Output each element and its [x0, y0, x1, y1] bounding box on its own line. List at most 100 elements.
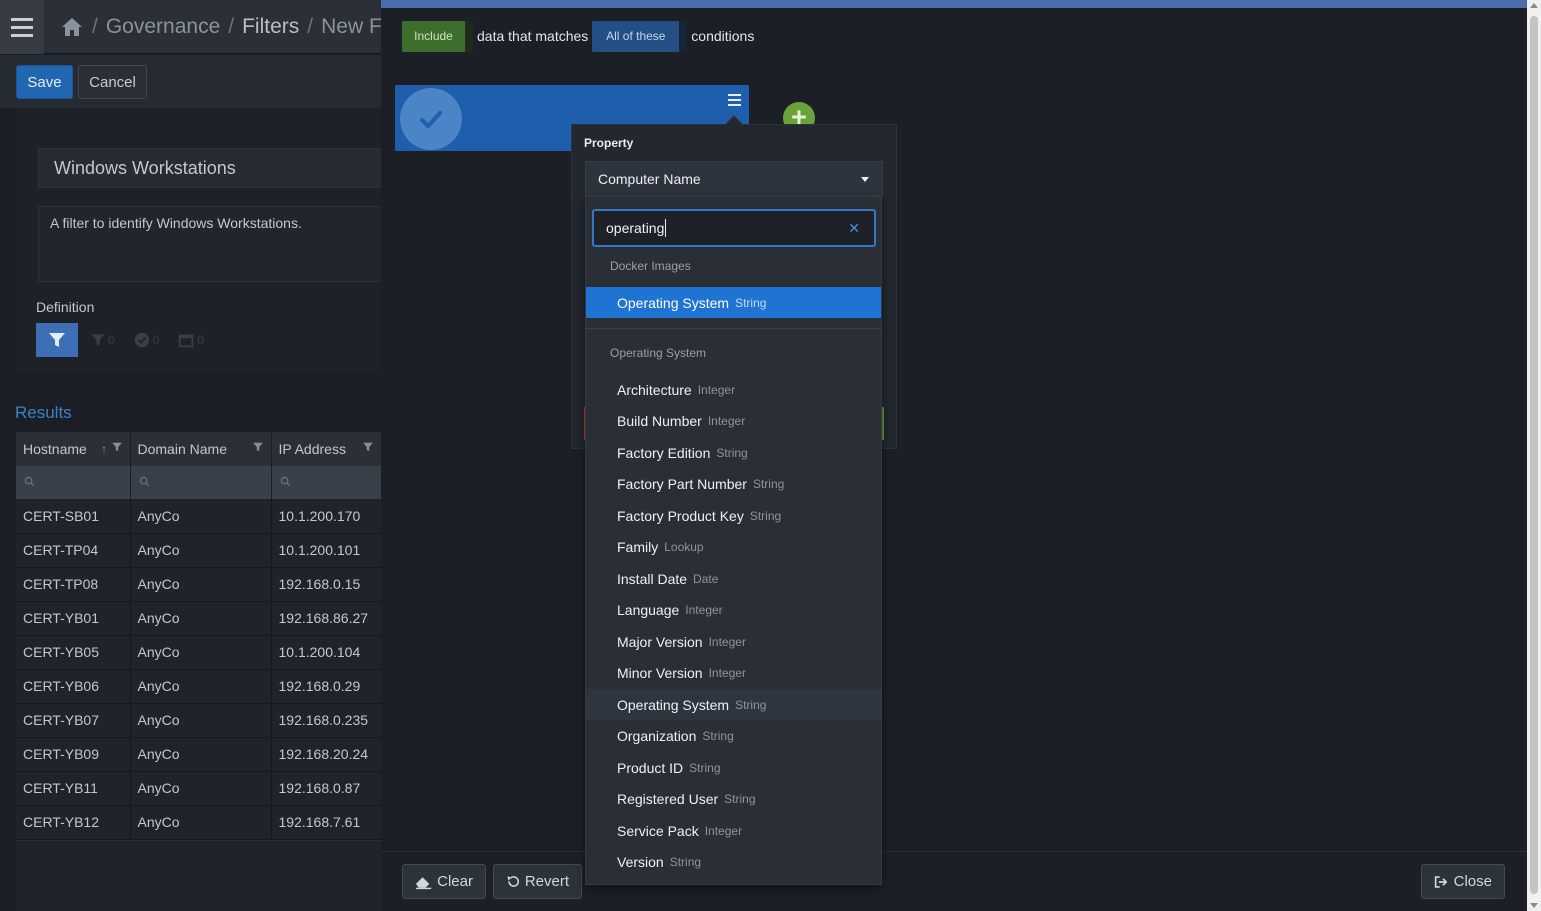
dropdown-option[interactable]: Language Integer [586, 595, 881, 626]
tab-count: 0 [152, 333, 160, 347]
scroll-up-arrow-icon[interactable] [1530, 3, 1538, 8]
ip-filter-input[interactable] [271, 466, 382, 499]
matches-text: data that matches [477, 28, 589, 44]
table-row[interactable]: CERT-YB12 AnyCo 192.168.7.61 [16, 805, 382, 840]
dropdown-option[interactable]: Service Pack Integer [586, 815, 881, 846]
table-row[interactable]: CERT-YB06 AnyCo 192.168.0.29 [16, 669, 382, 704]
option-label: Factory Edition [617, 444, 711, 461]
hostname-cell: CERT-YB01 [16, 601, 131, 636]
filter-description-field[interactable]: A filter to identify Windows Workstation… [38, 206, 382, 282]
column-header-ip-address[interactable]: IP Address [271, 432, 382, 466]
page-scrollbar[interactable] [1527, 0, 1541, 911]
clear-button[interactable]: Clear [402, 864, 486, 899]
dropdown-option[interactable]: Factory Part Number String [586, 469, 881, 500]
dropdown-option[interactable]: Build Number Integer [586, 406, 881, 437]
option-type: String [735, 295, 767, 310]
ip-cell: 10.1.200.104 [271, 635, 382, 670]
save-button[interactable]: Save [16, 65, 73, 99]
option-label: Language [617, 602, 680, 618]
column-header-domain-name[interactable]: Domain Name [130, 432, 272, 466]
dropdown-option[interactable]: Organization String [586, 721, 881, 752]
tab-filter-sub[interactable]: 0 [84, 323, 121, 357]
table-row[interactable]: CERT-YB05 AnyCo 10.1.200.104 [16, 635, 382, 670]
calendar-icon [179, 334, 194, 348]
option-type: Integer [707, 414, 746, 428]
dropdown-option[interactable]: Factory Product Key String [586, 500, 881, 531]
table-row[interactable]: CERT-YB07 AnyCo 192.168.0.235 [16, 703, 382, 738]
all-of-these-toggle[interactable]: All of these [592, 20, 688, 52]
include-toggle[interactable]: Include [402, 20, 473, 52]
hostname-cell: CERT-YB12 [16, 805, 131, 840]
breadcrumb-governance[interactable]: Governance [106, 15, 220, 39]
scroll-thumb[interactable] [1530, 16, 1538, 894]
search-icon [139, 476, 150, 487]
table-row[interactable]: CERT-YB09 AnyCo 192.168.20.24 [16, 737, 382, 772]
hostname-cell: CERT-TP08 [16, 567, 131, 602]
check-circle-icon [134, 332, 149, 348]
close-button[interactable]: Close [1421, 864, 1505, 899]
hostname-cell: CERT-YB07 [16, 703, 131, 738]
dropdown-option[interactable]: Factory Edition String [586, 437, 881, 468]
domain-cell: AnyCo [130, 567, 272, 602]
hostname-filter-input[interactable] [16, 466, 131, 499]
option-label: Operating System [617, 294, 730, 311]
hamburger-menu-icon[interactable] [0, 0, 44, 54]
option-label: Product ID [617, 759, 684, 776]
property-search-box[interactable]: ✕ [592, 209, 876, 247]
table-row[interactable]: CERT-YB11 AnyCo 192.168.0.87 [16, 771, 382, 806]
dropdown-option[interactable]: Product ID String [586, 752, 881, 783]
table-row[interactable]: CERT-YB01 AnyCo 192.168.86.27 [16, 601, 382, 636]
ip-cell: 10.1.200.101 [271, 533, 382, 568]
tab-calendar[interactable]: 0 [171, 323, 210, 357]
home-icon[interactable] [60, 15, 84, 39]
definition-label: Definition [36, 299, 95, 315]
column-filter-icon[interactable] [362, 441, 374, 453]
search-icon [24, 476, 35, 487]
property-select[interactable]: Computer Name [585, 161, 883, 196]
sort-asc-icon[interactable]: ↑ [101, 442, 107, 456]
option-type: String [752, 477, 785, 491]
tab-filter[interactable] [36, 323, 78, 357]
dropdown-option[interactable]: Minor Version Integer [586, 658, 881, 689]
option-type: String [702, 729, 734, 743]
column-filter-icon[interactable] [252, 441, 264, 453]
dropdown-option[interactable]: Architecture Integer [586, 374, 881, 405]
option-label: Family [617, 539, 659, 555]
option-label: Factory Part Number [617, 476, 747, 492]
property-search-input[interactable] [606, 211, 836, 245]
breadcrumb: / Governance / Filters / New Fil [60, 12, 391, 42]
option-label: Minor Version [617, 665, 703, 681]
option-label: Build Number [617, 413, 702, 429]
breadcrumb-filters[interactable]: Filters [242, 15, 299, 39]
table-row[interactable]: CERT-SB01 AnyCo 10.1.200.170 [16, 499, 382, 534]
option-type: String [689, 760, 721, 775]
dropdown-option[interactable]: Family Lookup [586, 532, 881, 563]
scroll-down-arrow-icon[interactable] [1530, 903, 1538, 908]
filter-name-field[interactable]: Windows Workstations [38, 148, 382, 188]
property-dropdown: ✕ Docker ImagesOperating SystemStringOpe… [585, 196, 882, 885]
dropdown-option[interactable]: Install Date Date [586, 563, 881, 594]
revert-button-label: Revert [524, 873, 569, 890]
panel-top-strip [381, 0, 1527, 8]
option-label: Factory Product Key [617, 507, 744, 524]
table-row[interactable]: CERT-TP08 AnyCo 192.168.0.15 [16, 567, 382, 602]
table-row[interactable]: CERT-TP04 AnyCo 10.1.200.101 [16, 533, 382, 568]
dropdown-option[interactable]: Major Version Integer [586, 626, 881, 657]
revert-button[interactable]: Revert [493, 864, 582, 899]
hostname-cell: CERT-YB06 [16, 669, 131, 704]
dropdown-option[interactable]: Operating System String [586, 689, 881, 720]
domain-filter-input[interactable] [130, 466, 272, 499]
dropdown-group-header: Operating System [610, 346, 707, 360]
dropdown-option[interactable]: Operating System String [586, 287, 881, 318]
cancel-button[interactable]: Cancel [78, 65, 147, 99]
column-filter-icon[interactable] [111, 441, 123, 453]
option-label: Version [617, 854, 664, 870]
option-type: Integer [697, 382, 736, 397]
menu-icon[interactable] [728, 94, 741, 106]
clear-search-icon[interactable]: ✕ [848, 220, 860, 237]
tab-check[interactable]: 0 [127, 323, 166, 357]
option-type: Lookup [664, 540, 704, 554]
dropdown-option[interactable]: Registered User String [586, 784, 881, 815]
dropdown-option[interactable]: Version String [586, 847, 881, 878]
column-header-hostname[interactable]: Hostname ↑ [16, 432, 131, 466]
